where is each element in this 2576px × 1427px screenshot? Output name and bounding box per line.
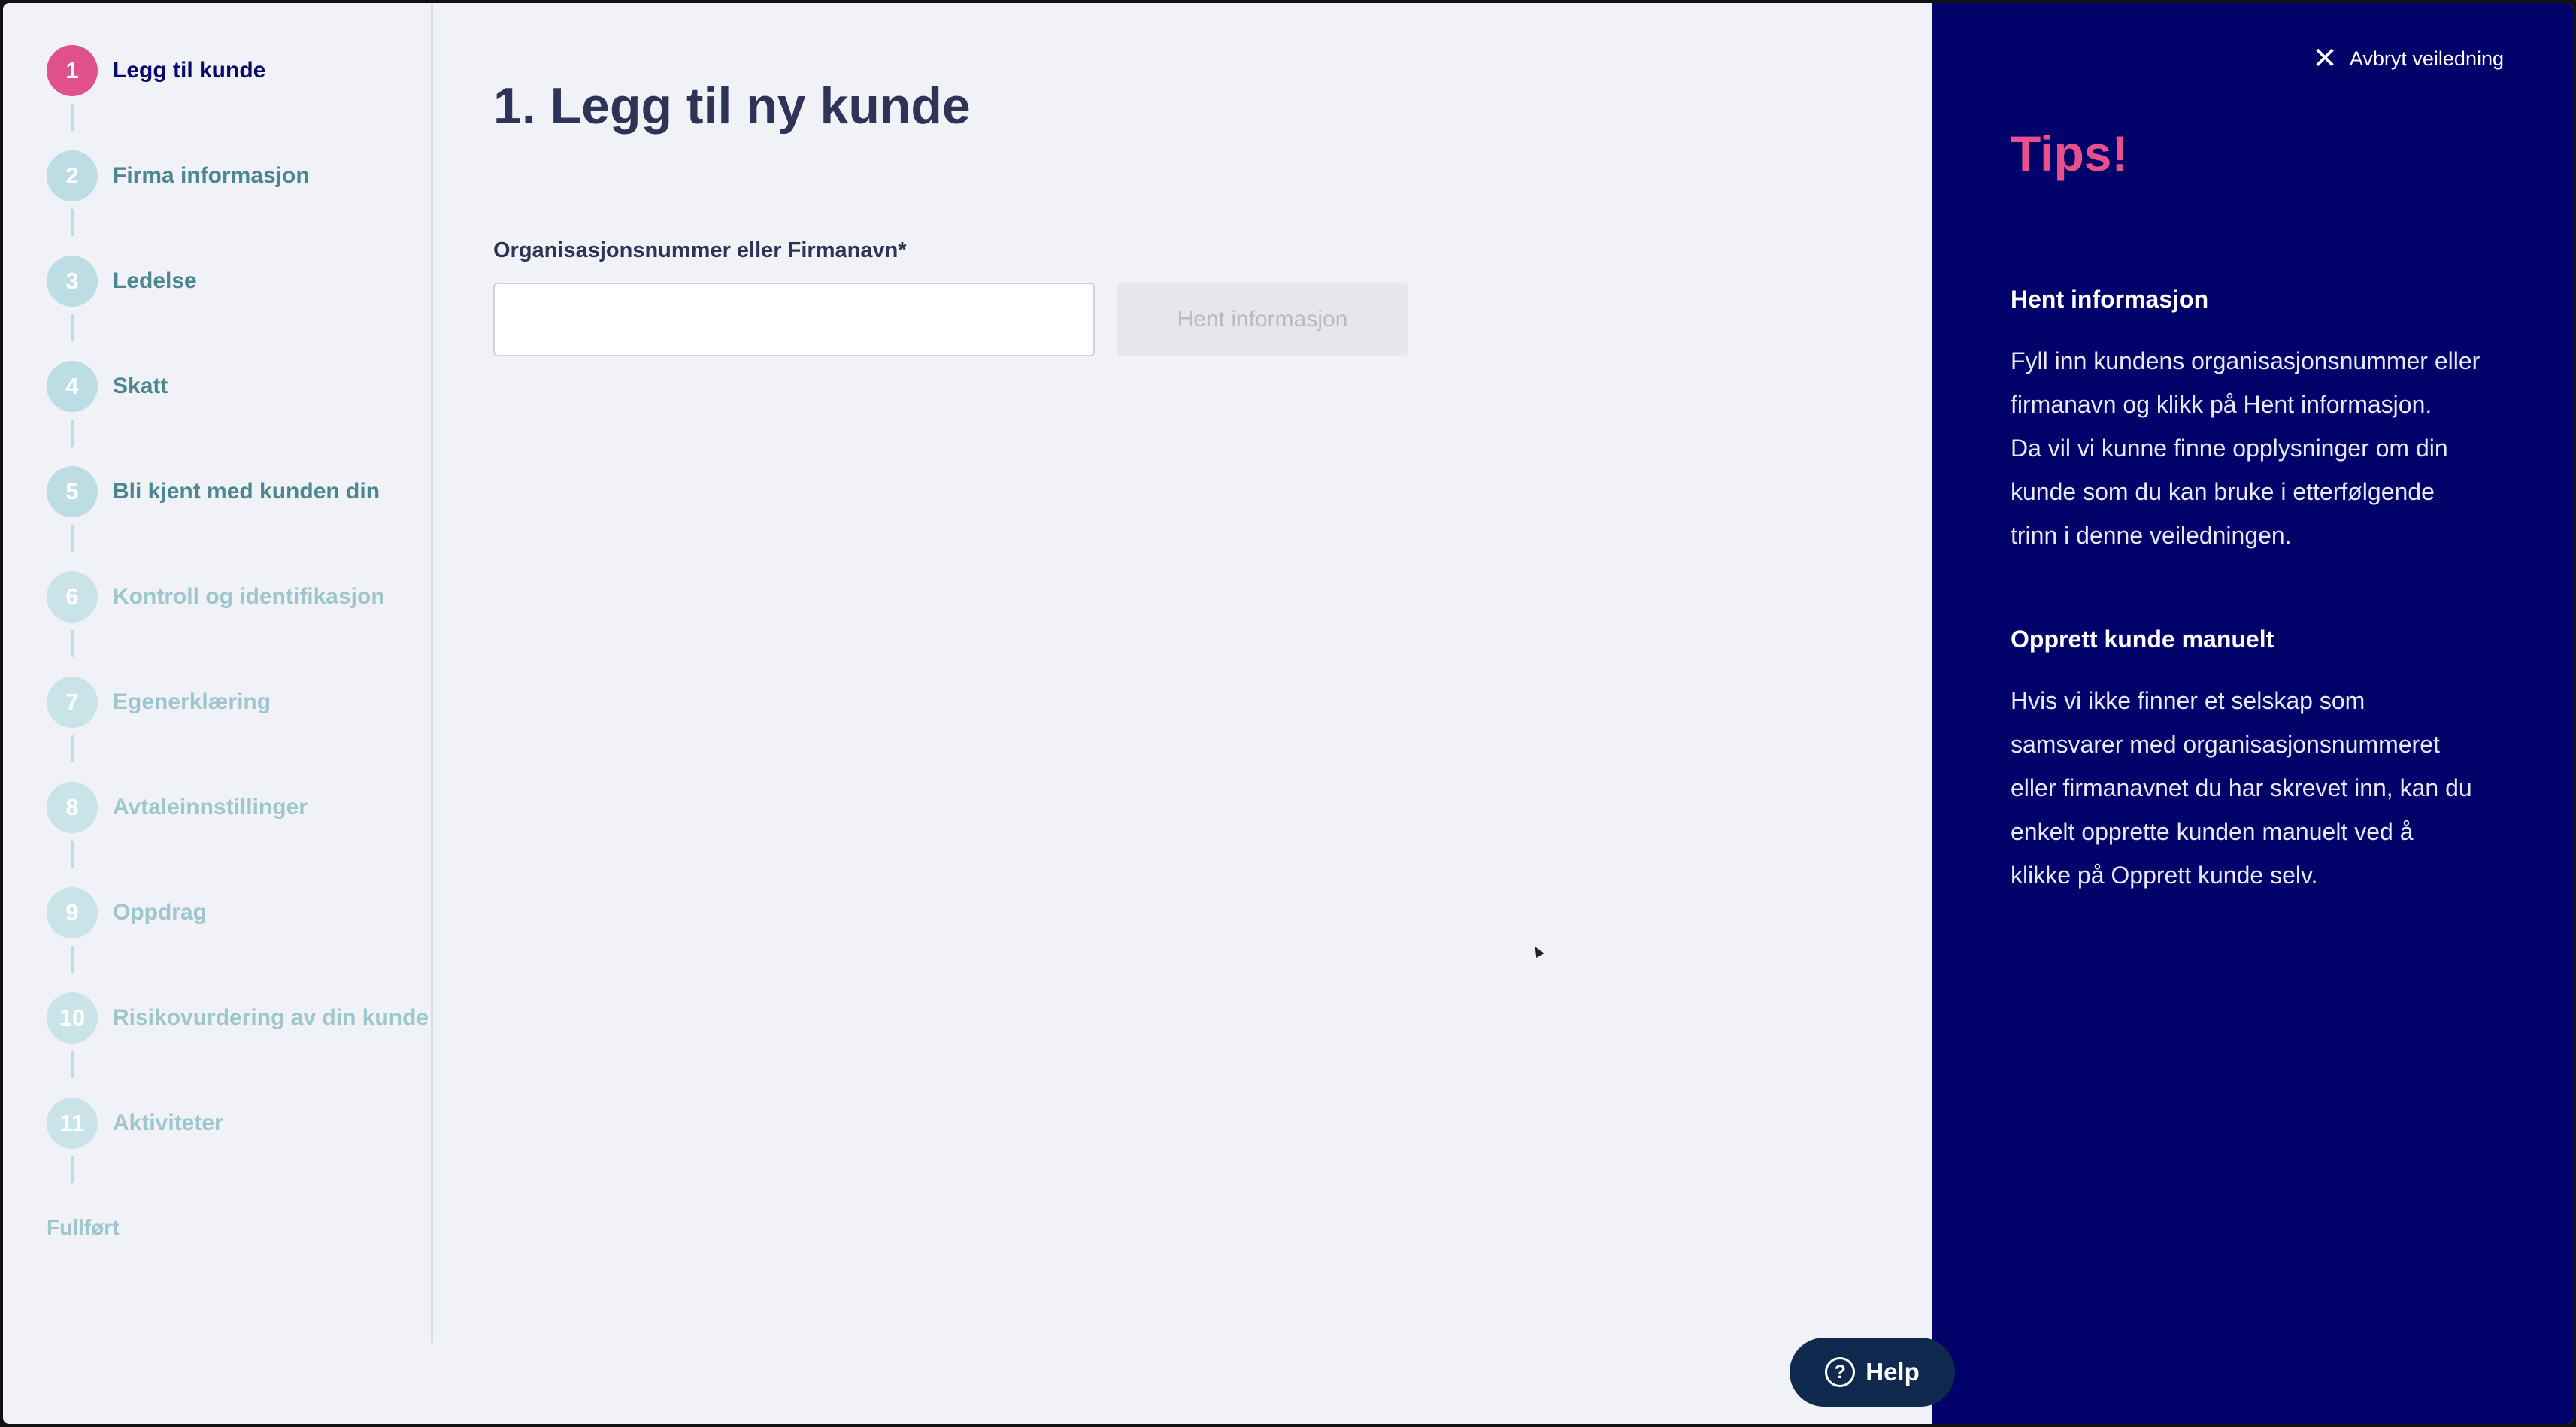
tips-title: Tips! <box>2011 126 2129 181</box>
step-connector <box>71 420 74 447</box>
step-skatt[interactable]: 4 Skatt <box>47 361 168 412</box>
step-number: 1 <box>47 45 98 96</box>
step-label: Avtaleinnstillinger <box>113 795 308 820</box>
tip-line: Hvis vi ikke finner et selskap som <box>2011 687 2365 714</box>
tip-heading-hent: Hent informasjon <box>2011 286 2209 313</box>
step-connector <box>71 209 74 236</box>
step-connector <box>71 735 74 762</box>
step-firma-informasjon[interactable]: 2 Firma informasjon <box>47 150 310 201</box>
cancel-guide-label: Avbryt veiledning <box>2349 47 2504 70</box>
app-window: 1 Legg til kunde 2 Firma informasjon 3 L… <box>3 3 2573 1424</box>
step-connector <box>71 841 74 868</box>
step-number: 5 <box>47 466 98 517</box>
step-label: Risikovurdering av din kunde <box>113 1005 429 1030</box>
step-connector <box>71 525 74 552</box>
step-egenerklaering[interactable]: 7 Egenerklæring <box>47 677 271 728</box>
tip-body-opprett: Hvis vi ikke finner et selskap som samsv… <box>2011 679 2522 897</box>
step-label: Skatt <box>113 374 168 398</box>
tip-line: firmanavn og klikk på Hent informasjon. <box>2011 391 2432 418</box>
tips-panel: ✕ Avbryt veiledning Tips! Hent informasj… <box>1932 3 2573 1424</box>
tip-line: kunde som du kan bruke i etterfølgende <box>2011 478 2435 505</box>
step-fullfort[interactable]: Fullført <box>47 1216 119 1240</box>
step-label: Oppdrag <box>113 900 207 925</box>
tip-line: Da vil vi kunne finne opplysninger om di… <box>2011 435 2448 462</box>
step-connector <box>71 630 74 657</box>
step-connector <box>71 314 74 341</box>
help-button[interactable]: ? Help <box>1790 1338 1955 1407</box>
step-label: Aktiviteter <box>113 1110 223 1135</box>
step-label: Legg til kunde <box>113 58 266 83</box>
step-bli-kjent[interactable]: 5 Bli kjent med kunden din <box>47 466 380 517</box>
step-connector <box>71 1156 74 1183</box>
step-number: 6 <box>47 571 98 623</box>
step-connector <box>71 946 74 973</box>
step-label: Ledelse <box>113 268 197 293</box>
step-label: Firma informasjon <box>113 163 310 188</box>
step-label: Kontroll og identifikasjon <box>113 584 385 609</box>
tip-line: Fyll inn kundens organisasjonsnummer ell… <box>2011 347 2481 374</box>
step-kontroll[interactable]: 6 Kontroll og identifikasjon <box>47 571 385 623</box>
step-number: 2 <box>47 150 98 201</box>
help-label: Help <box>1865 1358 1920 1386</box>
org-number-label: Organisasjonsnummer eller Firmanavn* <box>493 238 907 262</box>
wizard-stepper: 1 Legg til kunde 2 Firma informasjon 3 L… <box>3 3 433 1343</box>
tip-line: eller firmanavnet du har skrevet inn, ka… <box>2011 774 2472 801</box>
page-title: 1. Legg til ny kunde <box>493 77 971 135</box>
step-label: Bli kjent med kunden din <box>113 479 380 504</box>
step-number: 4 <box>47 361 98 412</box>
step-connector <box>71 104 74 131</box>
tip-line: trinn i denne veiledningen. <box>2011 522 2292 549</box>
step-avtaleinnstillinger[interactable]: 8 Avtaleinnstillinger <box>47 782 308 833</box>
question-circle-icon: ? <box>1825 1357 1856 1387</box>
step-connector <box>71 1051 74 1078</box>
tip-line: enkelt opprette kunden manuelt ved å <box>2011 818 2414 845</box>
step-oppdrag[interactable]: 9 Oppdrag <box>47 887 207 938</box>
step-risikovurdering[interactable]: 10 Risikovurdering av din kunde <box>47 992 429 1044</box>
close-icon: ✕ <box>2312 42 2338 75</box>
step-number: 9 <box>47 887 98 938</box>
step-ledelse[interactable]: 3 Ledelse <box>47 256 197 307</box>
fetch-info-button[interactable]: Hent informasjon <box>1117 283 1408 356</box>
step-number: 10 <box>47 992 98 1044</box>
step-aktiviteter[interactable]: 11 Aktiviteter <box>47 1098 223 1149</box>
mouse-cursor-icon <box>1531 944 1544 959</box>
step-number: 3 <box>47 256 98 307</box>
org-number-input[interactable] <box>493 283 1095 356</box>
step-number: 8 <box>47 782 98 833</box>
tip-body-hent: Fyll inn kundens organisasjonsnummer ell… <box>2011 339 2522 557</box>
tip-heading-opprett: Opprett kunde manuelt <box>2011 626 2274 653</box>
step-number: 11 <box>47 1098 98 1149</box>
tip-line: samsvarer med organisasjonsnummeret <box>2011 731 2440 758</box>
cancel-guide-button[interactable]: ✕ Avbryt veiledning <box>2312 44 2504 74</box>
step-number: 7 <box>47 677 98 728</box>
step-label: Egenerklæring <box>113 689 271 714</box>
tip-line: klikke på Opprett kunde selv. <box>2011 862 2318 889</box>
step-legg-til-kunde[interactable]: 1 Legg til kunde <box>47 45 265 96</box>
